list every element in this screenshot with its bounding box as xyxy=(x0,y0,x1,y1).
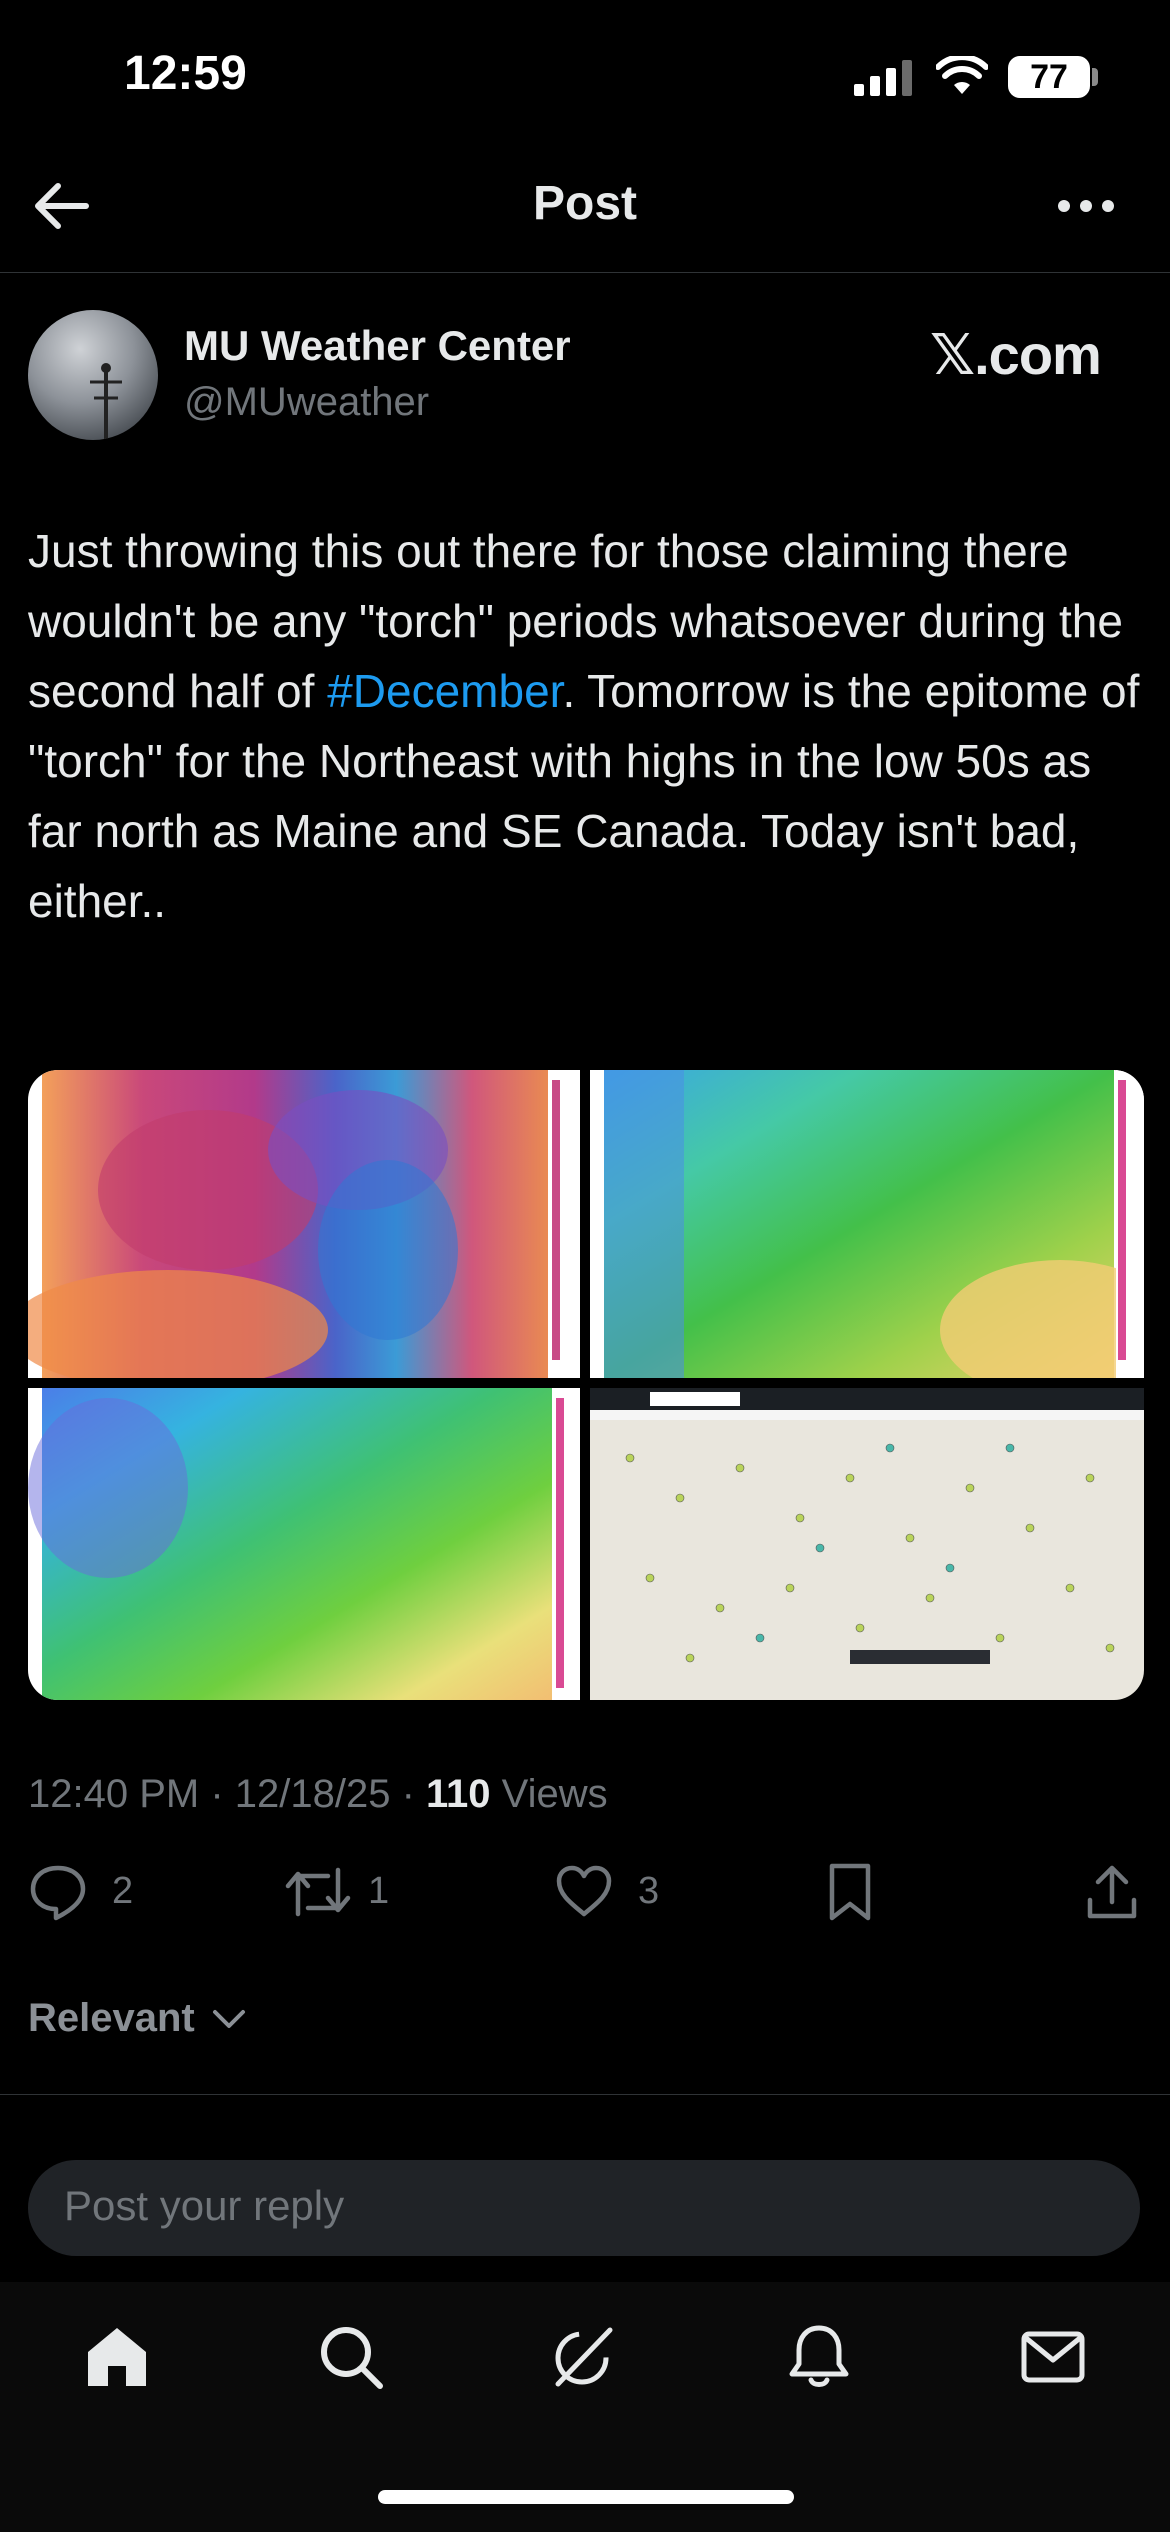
post-time: 12:40 PM xyxy=(28,1772,200,1816)
share-icon xyxy=(1087,1865,1137,1919)
hashtag-link[interactable]: #December xyxy=(327,665,562,717)
repost-button[interactable]: 1 xyxy=(284,1862,414,1922)
repost-icon xyxy=(285,1867,351,1917)
views-label: Views xyxy=(501,1772,608,1816)
search-icon[interactable] xyxy=(316,2322,386,2392)
weather-station-map-image[interactable] xyxy=(590,1388,1144,1700)
like-button[interactable]: 3 xyxy=(554,1862,684,1922)
reply-button[interactable]: 2 xyxy=(28,1862,158,1922)
bookmark-icon xyxy=(829,1863,871,1921)
post-text: Just throwing this out there for those c… xyxy=(28,516,1148,936)
views-count: 110 xyxy=(426,1772,491,1816)
sort-dropdown[interactable]: Relevant xyxy=(28,1996,195,2041)
like-count: 3 xyxy=(638,1870,660,1912)
media-grid xyxy=(28,1070,1144,1700)
author-name[interactable]: MU Weather Center xyxy=(184,322,571,370)
notifications-icon[interactable] xyxy=(784,2322,854,2392)
temperature-anomaly-map-image[interactable] xyxy=(28,1070,580,1378)
more-icon[interactable] xyxy=(1056,196,1116,216)
chevron-down-icon[interactable] xyxy=(212,2008,246,2030)
temperature-map-image-3[interactable] xyxy=(28,1388,580,1700)
reply-count: 2 xyxy=(112,1870,134,1912)
reply-icon xyxy=(30,1865,86,1921)
header-divider xyxy=(0,272,1170,273)
like-icon xyxy=(556,1865,612,1917)
wifi-icon xyxy=(936,56,988,94)
home-icon[interactable] xyxy=(82,2322,152,2392)
status-time: 12:59 xyxy=(124,47,247,100)
repost-count: 1 xyxy=(368,1870,390,1912)
page-title: Post xyxy=(532,177,637,230)
source-label: 𝕏.com xyxy=(930,323,1102,386)
grok-icon[interactable] xyxy=(548,2322,618,2392)
messages-icon[interactable] xyxy=(1018,2322,1088,2392)
avatar[interactable] xyxy=(28,310,158,440)
bookmark-button[interactable] xyxy=(820,1862,880,1922)
post-date: 12/18/25 xyxy=(234,1772,391,1816)
temperature-map-image-2[interactable] xyxy=(590,1070,1144,1378)
cellular-signal-icon xyxy=(854,60,912,96)
author-handle[interactable]: @MUweather xyxy=(184,380,429,425)
battery-tip xyxy=(1092,68,1098,86)
battery-indicator: 77 xyxy=(1008,56,1090,98)
post-timestamp: 12:40 PM · 12/18/25 · 110 Views xyxy=(28,1772,608,1816)
share-button[interactable] xyxy=(1082,1862,1142,1922)
home-indicator xyxy=(378,2490,794,2504)
reply-placeholder[interactable]: Post your reply xyxy=(64,2182,344,2230)
section-divider xyxy=(0,2094,1170,2095)
